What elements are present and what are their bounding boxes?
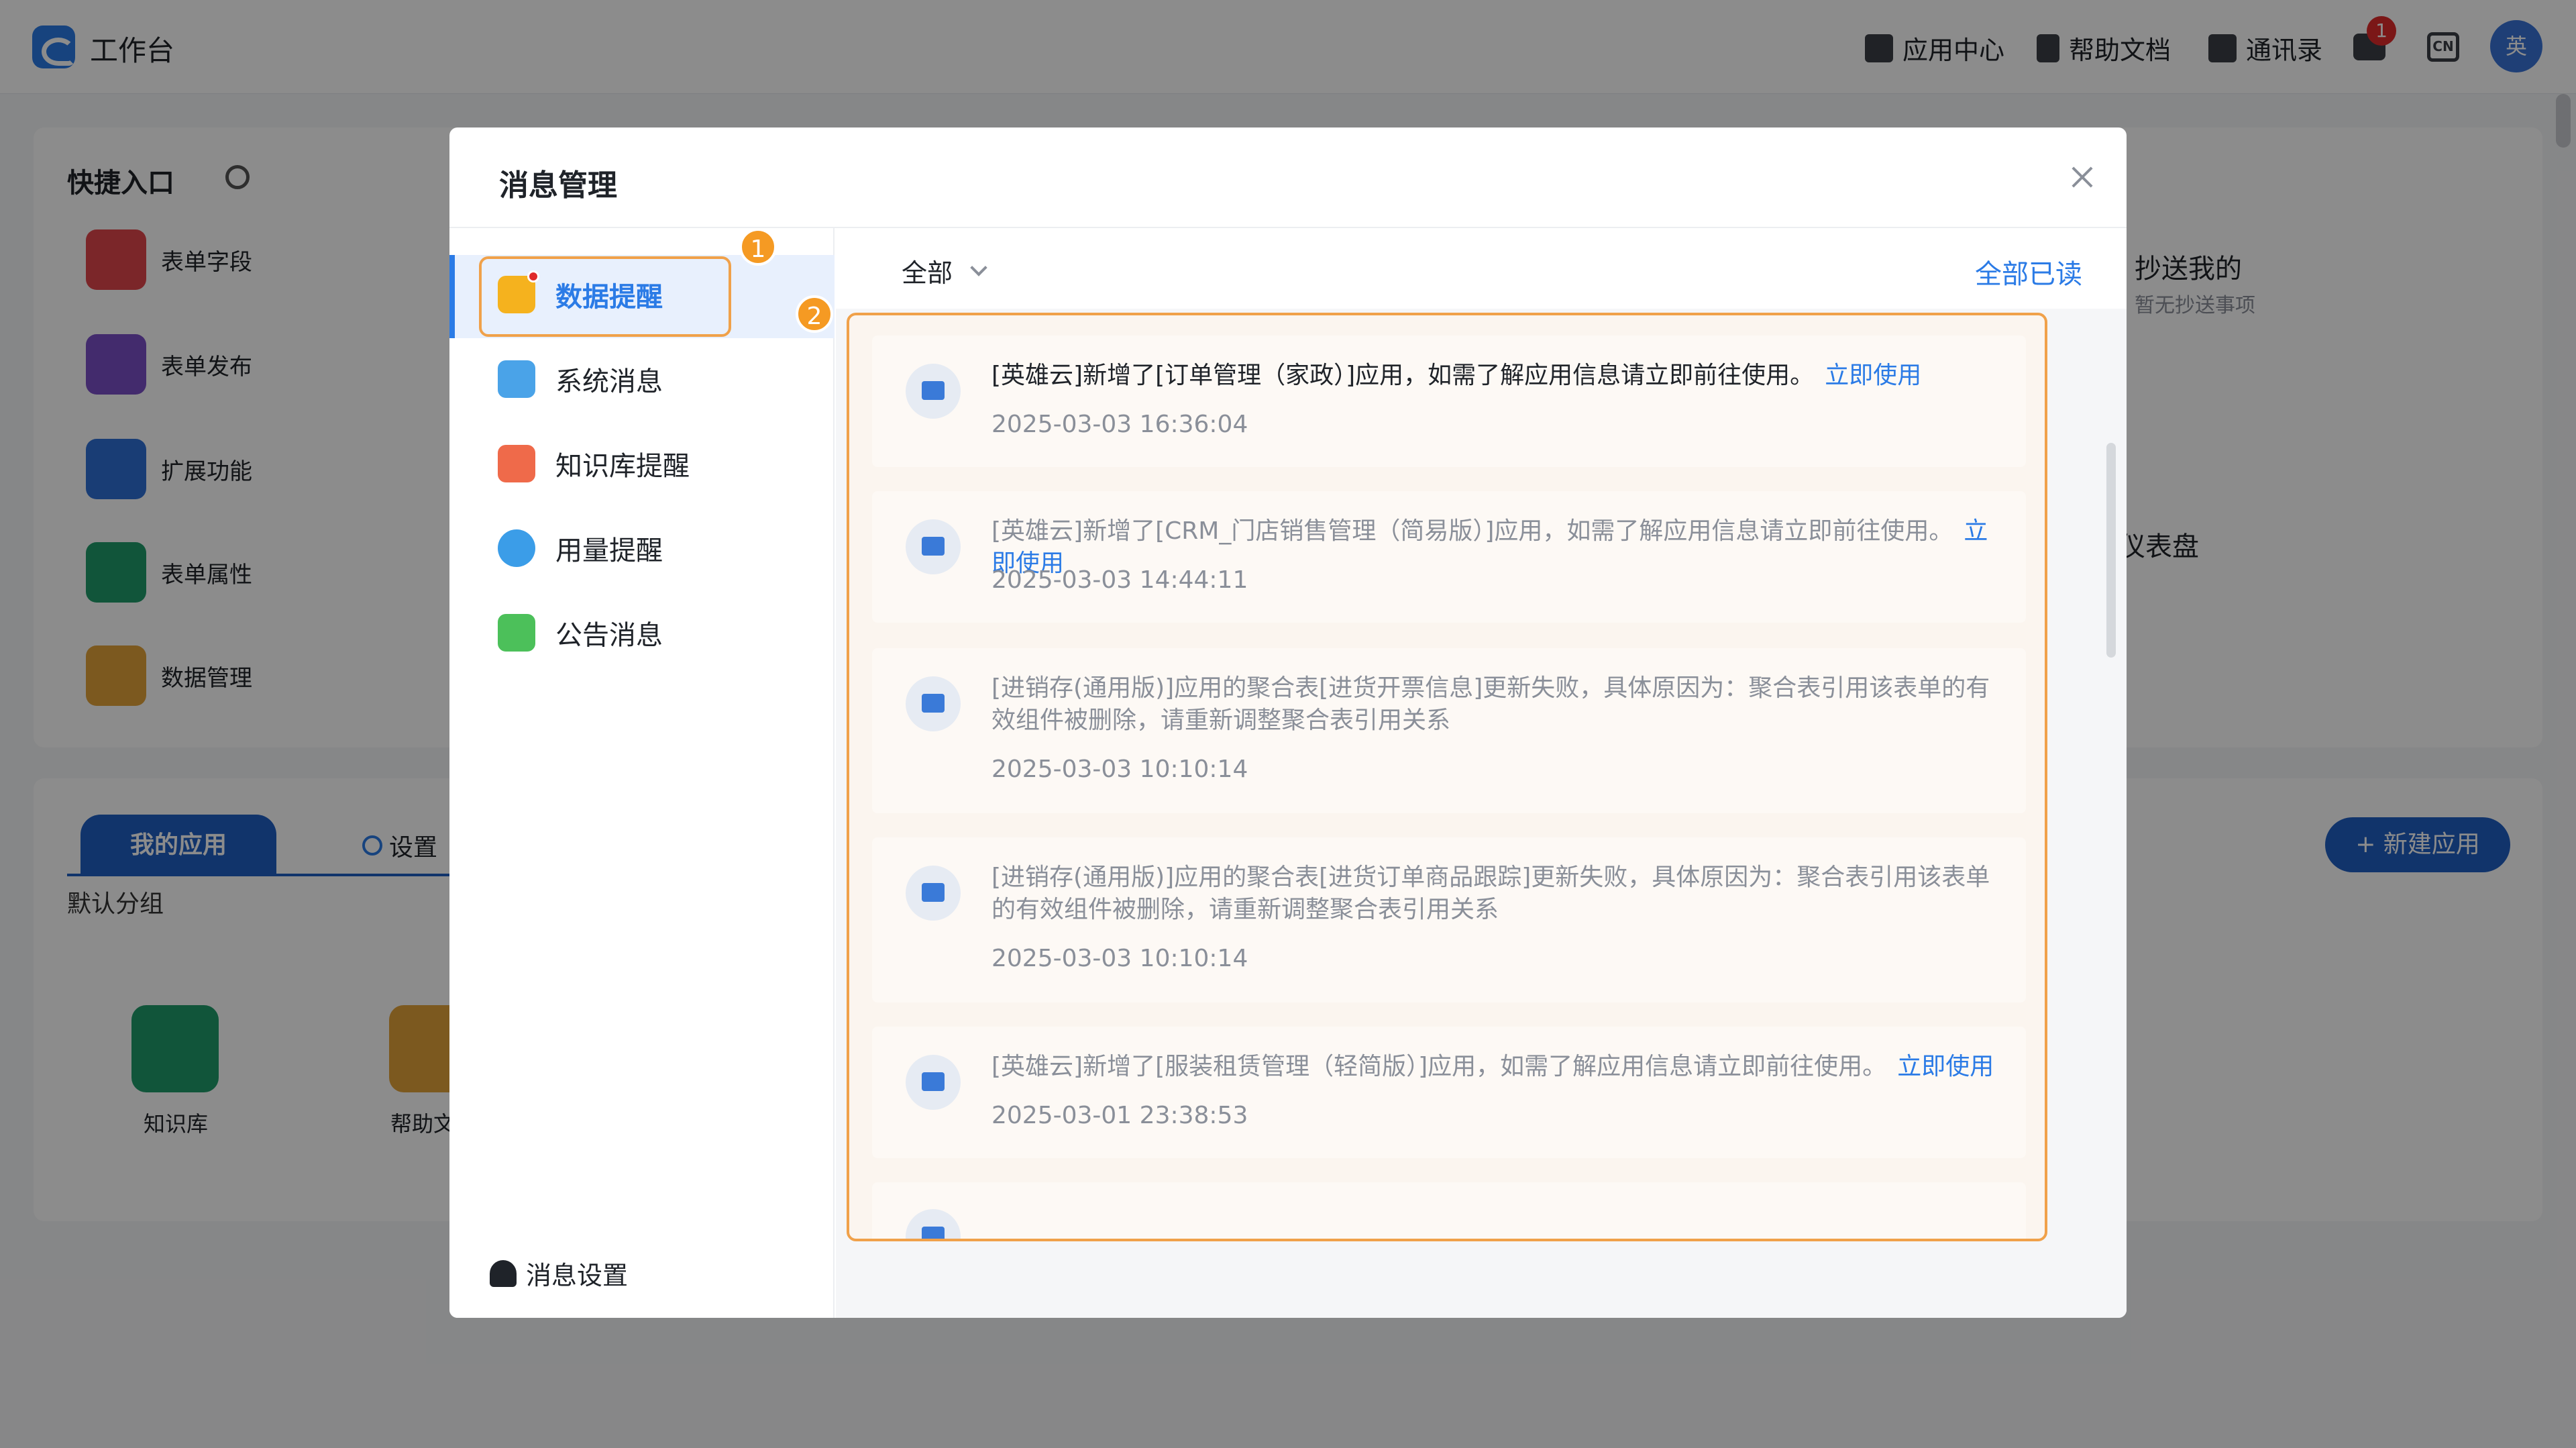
message-text: [英雄云]新增了[服装租赁管理（轻简版）]应用，如需了解应用信息请立即前往使用。… [991,1053,1994,1080]
list-item[interactable] [872,1182,2026,1239]
bell-icon [490,1259,517,1287]
list-scrollbar[interactable] [2106,443,2116,658]
list-item[interactable]: [英雄云]新增了[订单管理（家政）]应用，如需了解应用信息请立即前往使用。 立即使… [872,335,2026,467]
message-icon [906,866,961,921]
message-time: 2025-03-03 10:10:14 [991,756,1248,783]
usage-icon [498,529,535,567]
chevron-down-icon [970,258,987,276]
message-list: [英雄云]新增了[订单管理（家政）]应用，如需了解应用信息请立即前往使用。 立即使… [847,313,2047,1241]
message-icon [906,676,961,731]
list-item[interactable]: [进销存(通用版)]应用的聚合表[进货开票信息]更新失败，具体原因为：聚合表引用… [872,648,2026,813]
message-management-modal: 消息管理 数据提醒 系统消息 知识库提醒 用量提醒 公告消息 1 2 消息设置 … [449,127,2127,1318]
list-item[interactable]: [英雄云]新增了[服装租赁管理（轻简版）]应用，如需了解应用信息请立即前往使用。… [872,1027,2026,1158]
message-time: 2025-03-01 23:38:53 [991,1102,1248,1129]
message-text: [进销存(通用版)]应用的聚合表[进货开票信息]更新失败，具体原因为：聚合表引用… [991,674,1990,734]
sidebar-item-usage-alerts[interactable]: 用量提醒 [498,529,663,568]
message-settings-button[interactable]: 消息设置 [490,1255,628,1292]
use-now-link[interactable]: 立即使用 [1897,1053,1994,1080]
sidebar-item-data-alerts[interactable]: 数据提醒 [498,270,663,314]
message-sidebar: 数据提醒 系统消息 知识库提醒 用量提醒 公告消息 [449,228,835,1318]
data-alert-icon [498,270,539,313]
message-icon [906,1209,961,1239]
message-toolbar [836,228,2127,309]
list-item[interactable]: [进销存(通用版)]应用的聚合表[进货订单商品跟踪]更新失败，具体原因为：聚合表… [872,837,2026,1002]
book-icon [498,445,535,482]
active-indicator [449,255,455,338]
message-text: [进销存(通用版)]应用的聚合表[进货订单商品跟踪]更新失败，具体原因为：聚合表… [991,864,1990,923]
sidebar-item-knowledge-alerts[interactable]: 知识库提醒 [498,444,690,483]
step-badge-2: 2 [796,295,833,333]
use-now-link[interactable]: 立即使用 [1825,362,1921,389]
mark-all-read-link[interactable]: 全部已读 [1975,252,2082,291]
announcement-icon [498,614,535,652]
message-text: [英雄云]新增了[订单管理（家政）]应用，如需了解应用信息请立即前往使用。 立即使… [991,362,1922,389]
message-time: 2025-03-03 16:36:04 [991,411,1248,438]
message-time: 2025-03-03 10:10:14 [991,945,1248,972]
sidebar-item-announcements[interactable]: 公告消息 [498,613,663,652]
system-message-icon [498,360,535,398]
modal-title: 消息管理 [499,168,617,203]
close-icon[interactable] [2068,162,2097,192]
message-icon [906,519,961,574]
message-icon [906,1055,961,1110]
message-time: 2025-03-03 14:44:11 [991,566,1248,594]
message-icon [906,364,961,419]
step-badge-1: 1 [739,228,777,266]
filter-select[interactable]: 全部 [902,252,987,289]
sidebar-item-system-messages[interactable]: 系统消息 [498,360,663,399]
list-item[interactable]: [英雄云]新增了[CRM_门店销售管理（简易版）]应用，如需了解应用信息请立即前… [872,491,2026,623]
